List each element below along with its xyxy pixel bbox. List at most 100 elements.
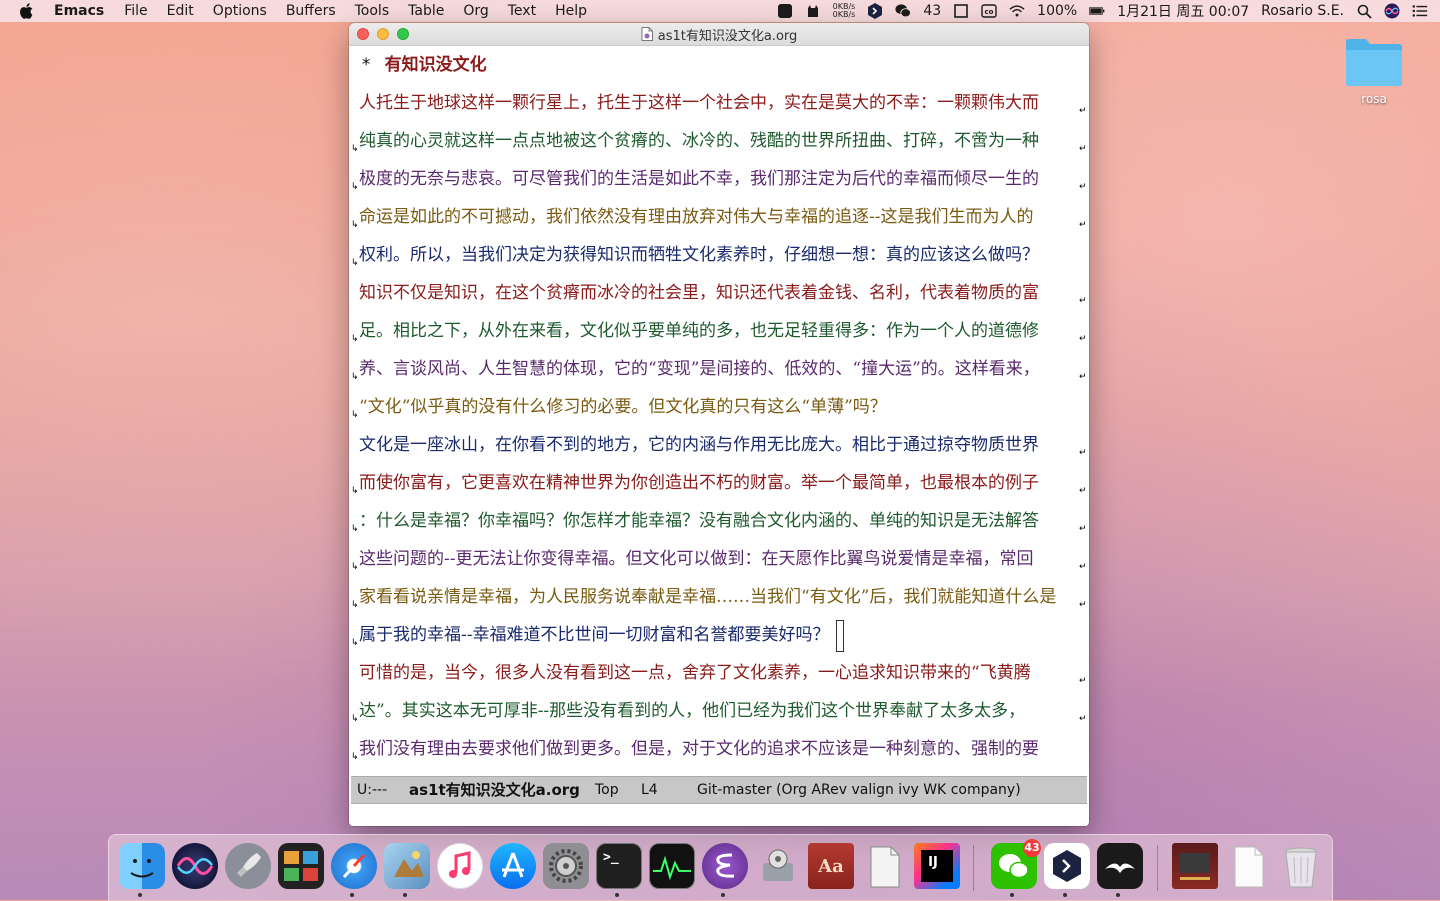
dock-app-store[interactable] (490, 843, 536, 889)
wifi-icon[interactable] (1009, 3, 1025, 19)
menu-bar: Emacs File Edit Options Buffers Tools Ta… (0, 0, 1440, 22)
user-menu[interactable]: Rosario S.E. (1261, 3, 1344, 19)
close-button[interactable] (357, 28, 369, 40)
buffer-line[interactable]: 文化是一座冰山，在你看不到的地方，它的内涵与作用无比庞大。相比于通过掠夺物质世界… (351, 426, 1087, 464)
dock-book[interactable] (1172, 843, 1218, 889)
buffer-line[interactable]: 足。相比之下，从外在来看，文化似乎要单纯的多，也无足轻重得多：作为一个人的道德修… (351, 312, 1087, 350)
buffer-line[interactable]: 属于我的幸福--幸福难道不比世间一切财富和名誉都要美好吗？ ↳ (351, 616, 1087, 654)
dock-disk-utility[interactable] (755, 843, 801, 889)
buffer-line[interactable]: 纯真的心灵就这样一点点地被这个贫瘠的、冰冷的、残酷的世界所扭曲、打碎，不啻为一种… (351, 122, 1087, 160)
buffer-line[interactable]: 知识不仅是知识，在这个贫瘠而冰冷的社会里，知识还代表着金钱、名利，代表着物质的富… (351, 274, 1087, 312)
battery-icon[interactable] (1089, 3, 1105, 19)
minimize-button[interactable] (377, 28, 389, 40)
buffer-line[interactable]: 可惜的是，当今，很多人没有看到这一点，舍弃了文化素养，一心追求知识带来的“飞黄腾… (351, 654, 1087, 692)
wrap-indicator-icon: ↵ (1079, 562, 1087, 572)
modeline-buffer-name[interactable]: as1t有知识没文化a.org (409, 777, 580, 803)
dock-system-preferences[interactable] (543, 843, 589, 889)
dock-launchpad[interactable] (225, 843, 271, 889)
book-icon (1172, 843, 1218, 889)
running-indicator (615, 893, 619, 897)
continuation-indicator-icon: ↳ (351, 752, 359, 762)
dock-emacs[interactable] (702, 843, 748, 889)
dock-safari[interactable] (331, 843, 377, 889)
search-icon[interactable] (1356, 3, 1372, 19)
siri-status-icon[interactable] (1384, 3, 1400, 19)
editor-buffer[interactable]: * 有知识没文化 人托生于地球这样一颗行星上，托生于这样一个社会中，实在是莫大的… (351, 46, 1087, 776)
buffer-line[interactable]: 而使你富有，它更喜欢在精神世界为你创造出不朽的财富。举一个最简单，也最根本的例子… (351, 464, 1087, 502)
app-name-menu[interactable]: Emacs (54, 3, 104, 19)
continuation-indicator-icon: ↳ (351, 334, 359, 344)
menu-buffers[interactable]: Buffers (286, 3, 336, 19)
dock-wechat[interactable]: 43 (991, 839, 1041, 889)
buffer-line-text: 达”。其实这本无可厚非--那些没有看到的人，他们已经为我们这个世界奉献了太多太多… (359, 701, 1026, 721)
battery-percentage: 100% (1037, 3, 1078, 19)
buffer-line-text: 纯真的心灵就这样一点点地被这个贫瘠的、冰冷的、残酷的世界所扭曲、打碎，不啻为一种 (359, 131, 1039, 151)
menu-text[interactable]: Text (508, 3, 536, 19)
wrap-indicator-icon: ↵ (1079, 448, 1087, 458)
dock-preview[interactable] (384, 843, 430, 889)
app-store-icon (490, 843, 536, 889)
buffer-line[interactable]: 家看看说亲情是幸福，为人民服务说奉献是幸福……当我们“有文化”后，我们就能知道什… (351, 578, 1087, 616)
wrap-indicator-icon: ↵ (1079, 524, 1087, 534)
document-icon[interactable] (641, 27, 653, 41)
cc-status-icon[interactable]: co (981, 3, 997, 19)
continuation-indicator-icon: ↳ (351, 638, 359, 648)
notification-center-icon[interactable] (1412, 3, 1428, 19)
dock-music[interactable] (437, 843, 483, 889)
menu-edit[interactable]: Edit (167, 3, 194, 19)
dock-terminal[interactable]: >_ (596, 843, 642, 889)
minibuffer[interactable] (351, 804, 1087, 826)
apple-menu-icon[interactable] (18, 2, 36, 20)
dock-dictionary[interactable]: Aa (808, 843, 854, 889)
dock-siri[interactable] (172, 843, 218, 889)
buffer-line[interactable]: 极度的无奈与悲哀。可尽管我们的生活是如此不幸，我们那注定为后代的幸福而倾尽一生的… (351, 160, 1087, 198)
org-heading[interactable]: * 有知识没文化 (351, 46, 1087, 84)
textedit-icon (861, 843, 907, 889)
window-titlebar[interactable]: as1t有知识没文化a.org (349, 23, 1089, 46)
menu-tools[interactable]: Tools (355, 3, 390, 19)
modeline-modes[interactable]: Git-master (Org ARev valign ivy WK compa… (697, 777, 1021, 803)
dock-mail-bird[interactable] (1097, 843, 1143, 889)
continuation-indicator-icon: ↳ (351, 182, 359, 192)
menu-file[interactable]: File (124, 3, 147, 19)
buffer-line-text: 极度的无奈与悲哀。可尽管我们的生活是如此不幸，我们那注定为后代的幸福而倾尽一生的 (359, 169, 1039, 189)
desktop-folder-rosa[interactable]: rosa (1338, 36, 1410, 106)
buffer-line[interactable]: 命运是如此的不可撼动，我们依然没有理由放弃对伟大与幸福的追逐--这是我们生而为人… (351, 198, 1087, 236)
finder-icon (119, 843, 165, 889)
dock-finder[interactable] (119, 843, 165, 889)
cat-status-icon[interactable] (805, 3, 821, 19)
buffer-line[interactable]: 权利。所以，当我们决定为获得知识而牺牲文化素养时，仔细想一想：真的应该这么做吗？… (351, 236, 1087, 274)
dock-intellij[interactable]: IJ (914, 843, 960, 889)
buffer-line[interactable]: 我们没有理由去要求他们做到更多。但是，对于文化的追求不应该是一种刻意的、强制的要… (351, 730, 1087, 768)
buffer-line[interactable]: 人托生于地球这样一颗行星上，托生于这样一个社会中，实在是莫大的不幸：一颗颗伟大而… (351, 84, 1087, 122)
dock-document[interactable] (1225, 843, 1271, 889)
wechat-status-icon[interactable] (895, 3, 912, 19)
safari-compass-icon (331, 843, 377, 889)
continuation-indicator-icon: ↳ (351, 410, 359, 420)
zoom-button[interactable] (397, 28, 409, 40)
dock-trash[interactable] (1278, 843, 1324, 889)
menu-table[interactable]: Table (408, 3, 444, 19)
buffer-line[interactable]: 养、言谈风尚、人生智慧的体现，它的“变现”是间接的、低效的、“撞大运”的。这样看… (351, 350, 1087, 388)
dock-activity-monitor[interactable] (649, 843, 695, 889)
running-indicator (350, 893, 354, 897)
dock-terminal-tool[interactable] (1044, 843, 1090, 889)
dock-photo-booth[interactable] (278, 843, 324, 889)
window-status-icon[interactable] (953, 3, 969, 19)
modeline-status: U:--- (357, 782, 388, 798)
dock-textedit[interactable] (861, 843, 907, 889)
buffer-line[interactable]: 这些问题的--更无法让你变得幸福。但文化可以做到：在天愿作比翼鸟说爱情是幸福，常… (351, 540, 1087, 578)
continuation-indicator-icon: ↳ (351, 372, 359, 382)
menu-org[interactable]: Org (463, 3, 488, 19)
vpn-status-icon[interactable] (867, 3, 883, 19)
buffer-line[interactable]: ：什么是幸福？你幸福吗？你怎样才能幸福？没有融合文化内涵的、单纯的知识是无法解答… (351, 502, 1087, 540)
buffer-line[interactable]: 达”。其实这本无可厚非--那些没有看到的人，他们已经为我们这个世界奉献了太多太多… (351, 692, 1087, 730)
terminal-status-icon[interactable] (777, 3, 793, 19)
activity-monitor-icon (649, 843, 695, 889)
clock[interactable]: 1月21日 周五 00:07 (1117, 1, 1249, 21)
menu-options[interactable]: Options (213, 3, 267, 19)
buffer-lines: 人托生于地球这样一颗行星上，托生于这样一个社会中，实在是莫大的不幸：一颗颗伟大而… (351, 84, 1087, 768)
buffer-line[interactable]: “文化”似乎真的没有什么修习的必要。但文化真的只有这么“单薄”吗？ ↳ (351, 388, 1087, 426)
mode-line[interactable]: U:--- as1t有知识没文化a.org Top L4 Git-master … (351, 776, 1087, 804)
menu-help[interactable]: Help (555, 3, 587, 19)
